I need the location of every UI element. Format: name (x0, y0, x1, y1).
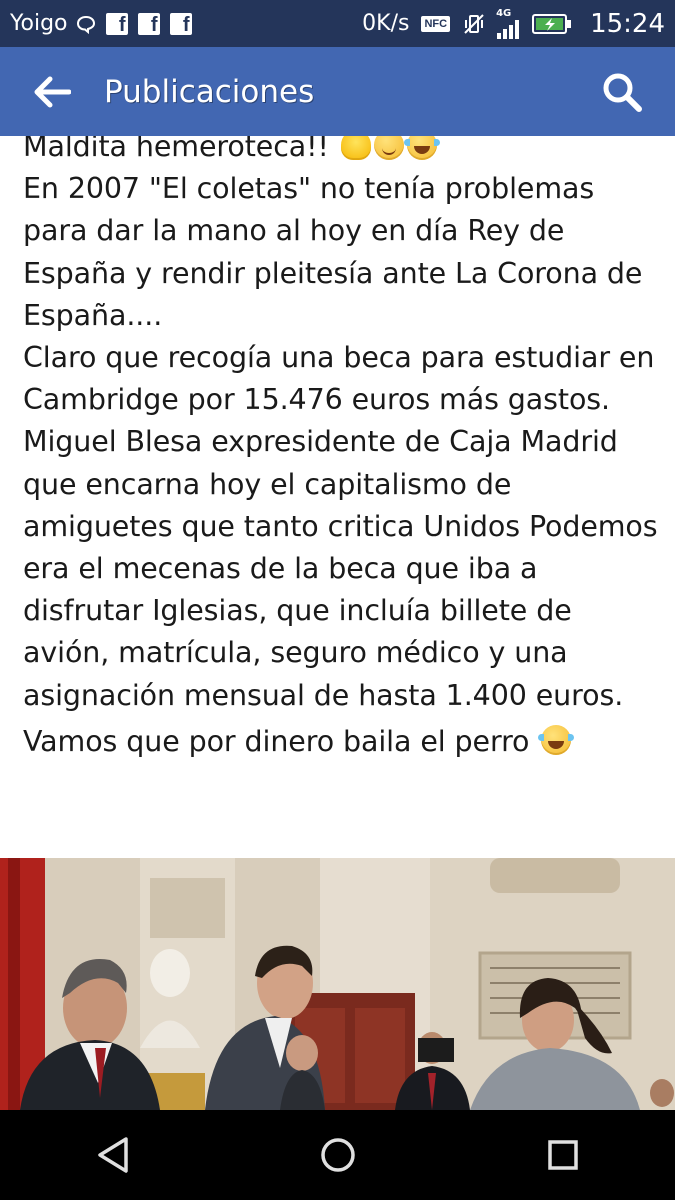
laughing-emoji-icon (538, 724, 575, 755)
system-navigation-bar (0, 1110, 675, 1200)
post-paragraph: Vamos que por dinero baila el perro (23, 721, 663, 763)
arrow-left-icon (34, 76, 71, 107)
triangle-back-icon (97, 1137, 128, 1173)
laughing-emoji-icon (403, 136, 440, 160)
status-bar: Yoigo f f f 0K/s NFC 4G 15:24 (0, 0, 675, 47)
page-title: Publicaciones (104, 73, 315, 110)
search-button[interactable] (597, 67, 647, 117)
nav-recents-button[interactable] (523, 1115, 603, 1195)
signal-4g-icon: 4G (496, 7, 522, 39)
carrier-name: Yoigo (10, 11, 68, 36)
post-paragraph: Claro que recogía una beca para estudiar… (23, 341, 655, 417)
post-photo[interactable] (0, 858, 675, 1110)
vibrate-off-icon (462, 12, 486, 36)
circle-home-icon (320, 1138, 355, 1172)
network-speed: 0K/s (362, 11, 410, 36)
post-paragraph: Maldita hemeroteca!! (23, 136, 663, 168)
chick-emoji-icon (340, 136, 371, 160)
nav-back-button[interactable] (73, 1115, 153, 1195)
chat-bubble-icon (76, 14, 96, 34)
post-paragraph: En 2007 "El coletas" no tenía problemas … (23, 172, 643, 332)
back-button[interactable] (22, 62, 82, 122)
post-paragraph: Miguel Blesa expresidente de Caja Madrid… (23, 425, 658, 712)
clock: 15:24 (590, 8, 665, 39)
nav-home-button[interactable] (298, 1115, 378, 1195)
facebook-icon: f (105, 12, 128, 35)
photo-illustration (0, 858, 675, 1110)
post-text-content: Maldita hemeroteca!! En 2007 "El coletas… (23, 136, 663, 763)
post-body: Maldita hemeroteca!! En 2007 "El coletas… (0, 136, 675, 858)
nfc-icon: NFC (421, 15, 451, 32)
square-recents-icon (547, 1140, 578, 1170)
relieved-emoji-icon (373, 136, 404, 160)
search-icon (603, 73, 642, 112)
post-paragraph-last: Vamos que por dinero baila el perro (23, 724, 530, 758)
facebook-icon: f (137, 12, 160, 35)
post-partial-line: Maldita hemeroteca!! (23, 136, 329, 163)
battery-charging-icon (532, 13, 572, 35)
facebook-icon: f (169, 12, 192, 35)
signal-label: 4G (496, 7, 512, 19)
app-bar: Publicaciones (0, 47, 675, 136)
